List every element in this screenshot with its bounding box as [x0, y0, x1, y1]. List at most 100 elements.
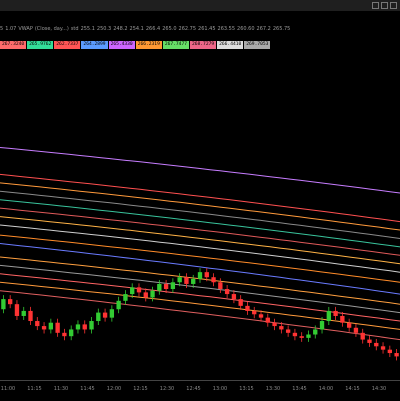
time-tick-label: 11:15 [27, 386, 42, 392]
candle-body[interactable] [116, 300, 121, 310]
candle-body[interactable] [299, 336, 304, 338]
candle-body[interactable] [157, 283, 162, 291]
vwap-band-line [0, 281, 400, 330]
legend-text: 261.45 [198, 26, 216, 32]
candle-body[interactable] [367, 339, 372, 343]
candle-body[interactable] [89, 321, 94, 330]
time-tick-label: 13:00 [212, 386, 228, 392]
candle-body[interactable] [211, 277, 216, 283]
legend-text: 265.75 [272, 26, 291, 32]
candle-body[interactable] [184, 277, 189, 284]
legend-text: 254.1 [129, 26, 144, 32]
candle-body[interactable] [109, 309, 115, 318]
legend-text: 1.07 [5, 26, 17, 32]
candle-body[interactable] [170, 282, 176, 290]
candle-body[interactable] [123, 294, 128, 301]
candle-body[interactable] [191, 278, 196, 284]
candle-body[interactable] [285, 329, 291, 333]
candle-body[interactable] [360, 332, 365, 340]
candle-body[interactable] [224, 289, 230, 295]
maximize-icon[interactable] [381, 2, 388, 9]
candle-body[interactable] [150, 290, 155, 298]
indicator-legend-row: 5 1.07 VWAP (Close, day...) std 255.1 250.3 248… [0, 23, 292, 35]
chart-header: 5 1.07 VWAP (Close, day...) std 255.1 250.3 248… [0, 11, 400, 49]
candle-body[interactable] [14, 304, 20, 316]
time-tick-label: 12:45 [186, 386, 201, 392]
candle-body[interactable] [374, 342, 379, 347]
candle-body[interactable] [75, 324, 81, 330]
candle-body[interactable] [313, 329, 318, 335]
time-tick-label: 11:45 [80, 386, 95, 392]
candle-body[interactable] [102, 312, 108, 318]
legend-text: 255.1 [80, 26, 95, 32]
candle-body[interactable] [279, 326, 284, 330]
legend-text: 265.0 [162, 26, 177, 32]
time-tick-label: 11:30 [53, 386, 69, 392]
vwap-band-line [0, 199, 400, 248]
legend-text: std [70, 26, 79, 32]
candle-body[interactable] [177, 277, 182, 283]
candle-body[interactable] [326, 310, 331, 322]
candle-body[interactable] [245, 305, 250, 311]
candle-body[interactable] [130, 287, 135, 295]
candle-body[interactable] [96, 312, 101, 322]
candle-body[interactable] [21, 310, 26, 316]
legend-text: 250.3 [96, 26, 112, 32]
time-tick-label: 14:30 [371, 386, 387, 392]
candle-body[interactable] [353, 327, 359, 333]
time-tick-label: 13:15 [239, 386, 254, 392]
time-tick-label: 13:30 [265, 386, 281, 392]
candle-body[interactable] [41, 326, 47, 330]
candle-body[interactable] [380, 346, 386, 350]
candle-body[interactable] [319, 321, 325, 330]
candle-body[interactable] [292, 332, 298, 337]
vwap-band-line [0, 224, 400, 273]
legend-text: 267.2 [256, 26, 271, 32]
candle-body[interactable] [143, 292, 148, 298]
candle-body[interactable] [387, 349, 392, 354]
legend-text: 266.4 [145, 26, 161, 32]
candle-body[interactable] [306, 334, 311, 338]
time-tick-label: 14:00 [318, 386, 334, 392]
candle-body[interactable] [340, 315, 345, 323]
time-tick-label: 14:15 [345, 386, 360, 392]
vwap-band-line [0, 147, 400, 194]
legend-text: 260.60 [237, 26, 255, 32]
minimize-icon[interactable] [372, 2, 379, 9]
candle-body[interactable] [258, 314, 264, 318]
close-icon[interactable] [390, 2, 397, 9]
legend-text: VWAP [18, 26, 33, 32]
candle-body[interactable] [136, 287, 142, 293]
time-tick-label: 13:45 [292, 386, 307, 392]
price-chart[interactable] [0, 43, 400, 380]
candle-body[interactable] [394, 353, 399, 357]
candle-body[interactable] [252, 310, 257, 315]
candle-body[interactable] [204, 272, 209, 278]
candle-body[interactable] [82, 324, 87, 330]
time-tick-label: 12:00 [106, 386, 122, 392]
legend-text: (Close, day...) [34, 26, 69, 32]
candle-body[interactable] [163, 283, 169, 290]
candle-body[interactable] [218, 282, 223, 290]
candle-body[interactable] [35, 321, 40, 327]
candle-body[interactable] [231, 294, 237, 300]
candle-body[interactable] [48, 322, 54, 330]
candle-body[interactable] [55, 322, 60, 333]
vwap-band-line [0, 290, 400, 341]
candle-body[interactable] [1, 299, 6, 310]
candle-body[interactable] [62, 332, 67, 337]
candle-body[interactable] [8, 299, 13, 305]
candle-body[interactable] [272, 322, 277, 327]
time-tick-label: 12:30 [159, 386, 175, 392]
legend-text: 248.2 [113, 26, 128, 32]
candle-body[interactable] [238, 299, 243, 306]
candle-body[interactable] [333, 310, 338, 316]
candle-body[interactable] [28, 310, 33, 322]
legend-text: 262.75 [178, 26, 197, 32]
candle-body[interactable] [346, 322, 352, 328]
time-tick-label: 11:00 [0, 386, 16, 392]
time-tick-label: 12:15 [133, 386, 148, 392]
candle-body[interactable] [197, 272, 203, 279]
candle-body[interactable] [265, 317, 270, 323]
candle-body[interactable] [69, 329, 74, 337]
